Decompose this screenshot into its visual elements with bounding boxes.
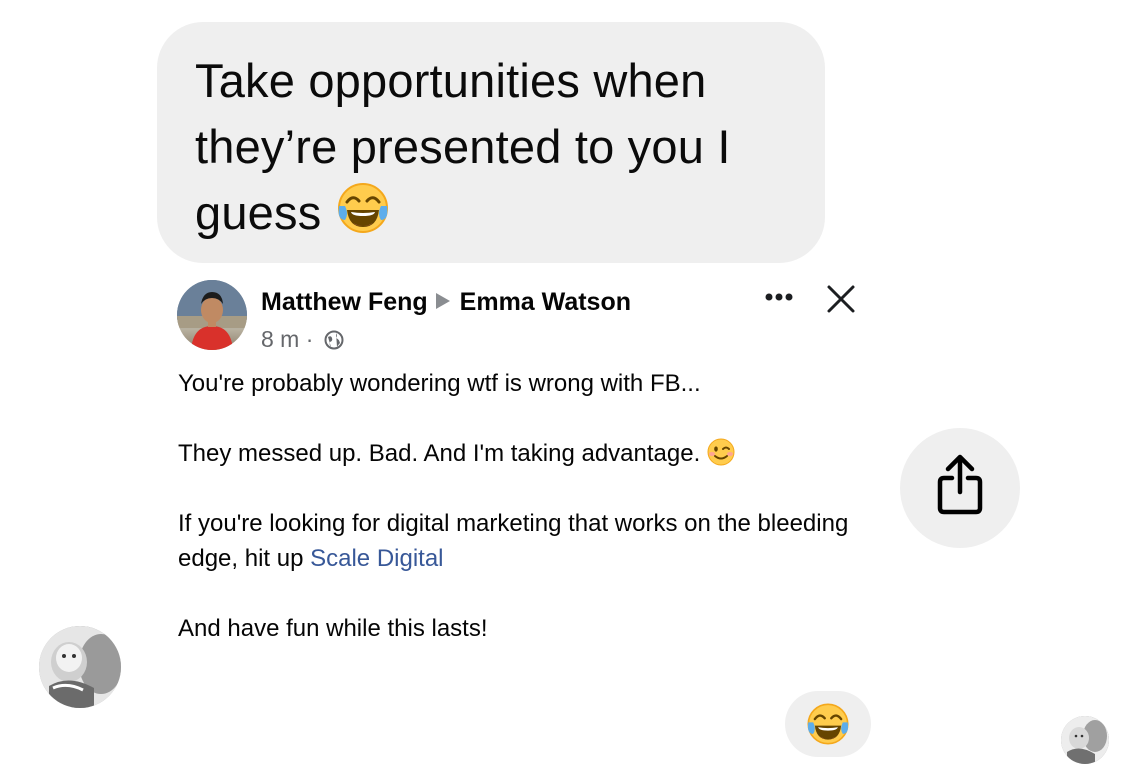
winking-face-icon — [706, 437, 736, 467]
more-options-icon[interactable] — [762, 286, 796, 308]
close-icon[interactable] — [823, 281, 859, 317]
author-avatar[interactable] — [177, 280, 247, 350]
scale-digital-link[interactable]: Scale Digital — [310, 545, 443, 572]
post-time[interactable]: 8 m — [261, 326, 299, 352]
post-paragraph: If you're looking for digital marketing … — [178, 506, 868, 576]
post-paragraph: You're probably wondering wtf is wrong w… — [178, 370, 701, 397]
seen-by-avatar — [1061, 716, 1109, 764]
post-paragraph: And have fun while this lasts! — [178, 615, 488, 642]
post-paragraph-text: They messed up. Bad. And I'm taking adva… — [178, 440, 701, 467]
message-text: Take opportunities when they’re presente… — [195, 54, 731, 239]
post-paragraph: They messed up. Bad. And I'm taking adva… — [178, 436, 868, 471]
reaction-badge[interactable] — [785, 691, 871, 757]
globe-icon — [324, 329, 344, 350]
tears-of-joy-emoji-icon — [335, 180, 391, 253]
post-meta: 8 m · — [261, 326, 344, 353]
author-name[interactable]: Matthew Feng — [261, 288, 428, 316]
post-body: You're probably wondering wtf is wrong w… — [178, 366, 868, 681]
message-bubble[interactable]: Take opportunities when they’re presente… — [157, 22, 825, 263]
tears-of-joy-reaction-icon — [807, 703, 849, 745]
share-button[interactable] — [900, 428, 1020, 548]
sender-avatar[interactable] — [39, 626, 121, 708]
message-text-container: Take opportunities when they’re presente… — [195, 48, 815, 253]
meta-separator: · — [305, 326, 314, 352]
shared-post-card[interactable]: Matthew Feng Emma Watson 8 m · You're pr… — [160, 268, 880, 688]
shared-to-arrow-icon — [435, 293, 450, 309]
post-paragraph-text: If you're looking for digital marketing … — [178, 510, 849, 572]
post-author-line: Matthew Feng Emma Watson — [261, 288, 631, 317]
target-name[interactable]: Emma Watson — [460, 288, 631, 316]
chat-thread: Take opportunities when they’re presente… — [0, 0, 1125, 782]
share-icon — [937, 454, 983, 515]
